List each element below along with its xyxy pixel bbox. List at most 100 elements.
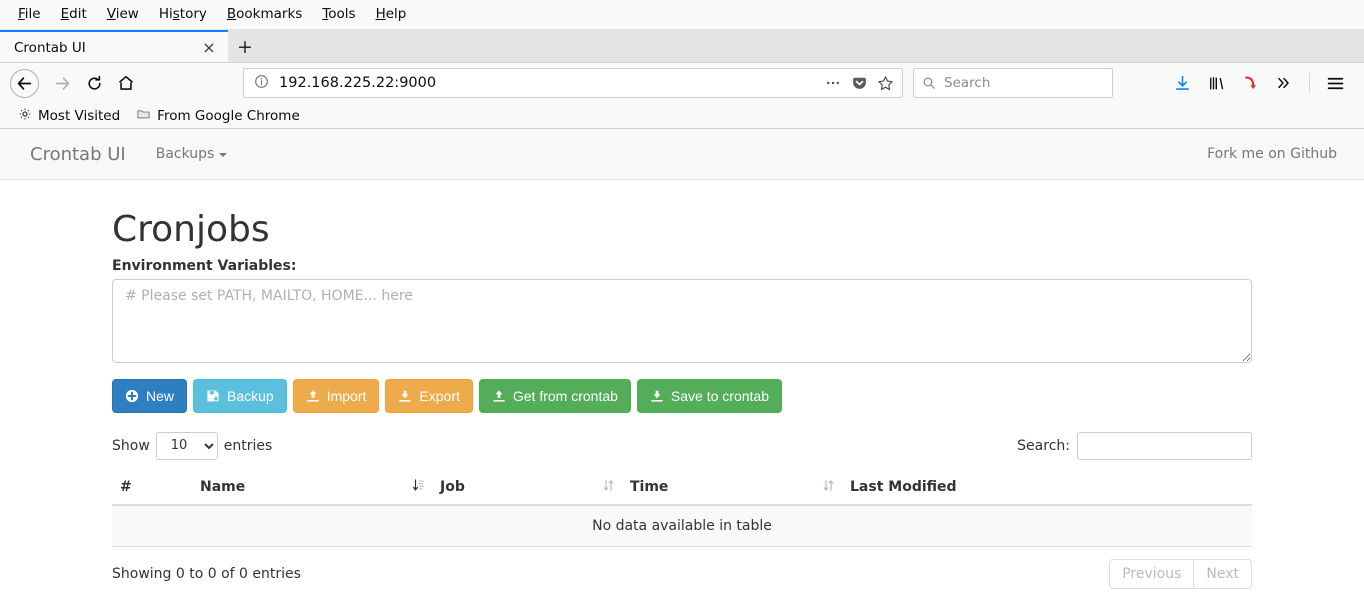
toolbar-separator xyxy=(1309,73,1310,93)
plus-circle-icon xyxy=(125,389,139,403)
app-navbar: Crontab UI Backups Fork me on Github xyxy=(0,129,1364,180)
bookmark-label: From Google Chrome xyxy=(157,108,300,124)
column-label: Job xyxy=(440,479,465,495)
column-label: Time xyxy=(630,479,668,495)
tab-title: Crontab UI xyxy=(14,40,198,56)
table-head: # Name Job Time xyxy=(112,471,1252,505)
backup-button[interactable]: Backup xyxy=(193,379,287,413)
pagination: Previous Next xyxy=(1109,559,1252,589)
browser-search-bar[interactable]: Search xyxy=(913,68,1113,98)
back-button[interactable] xyxy=(10,69,39,98)
folder-icon xyxy=(136,107,151,125)
forward-button[interactable] xyxy=(47,68,77,98)
pocket-icon[interactable] xyxy=(846,70,872,96)
browser-tab-crontab-ui[interactable]: Crontab UI × xyxy=(0,30,228,63)
sort-both-icon xyxy=(603,479,614,495)
home-button[interactable] xyxy=(111,68,141,98)
browser-chrome: File Edit View History Bookmarks Tools H… xyxy=(0,0,1364,129)
button-label: Import xyxy=(327,388,367,404)
nav-backups-dropdown[interactable]: Backups xyxy=(141,146,243,162)
bookmark-most-visited[interactable]: Most Visited xyxy=(12,107,126,125)
menu-help[interactable]: Help xyxy=(366,0,417,29)
sort-both-icon xyxy=(823,479,834,495)
hamburger-menu-icon[interactable] xyxy=(1320,68,1350,98)
next-page-button[interactable]: Next xyxy=(1194,559,1252,589)
bookmark-from-google-chrome[interactable]: From Google Chrome xyxy=(130,107,306,125)
menu-bookmarks[interactable]: Bookmarks xyxy=(217,0,312,29)
menu-view[interactable]: View xyxy=(97,0,149,29)
bookmark-star-icon[interactable] xyxy=(872,70,898,96)
button-label: Backup xyxy=(227,388,274,404)
table-body: No data available in table xyxy=(112,505,1252,547)
column-last-modified[interactable]: Last Modified xyxy=(842,471,1252,505)
reload-button[interactable] xyxy=(79,68,109,98)
overflow-chevron-icon[interactable] xyxy=(1269,68,1299,98)
env-vars-label: Environment Variables: xyxy=(112,258,1252,274)
menu-history[interactable]: History xyxy=(149,0,217,29)
gear-icon xyxy=(18,107,32,125)
url-bar[interactable]: 192.168.225.22:9000 xyxy=(243,68,903,98)
table-search: Search: xyxy=(1017,432,1252,460)
tab-strip: Crontab UI × + xyxy=(0,29,1364,63)
downloads-icon[interactable] xyxy=(1167,68,1197,98)
site-info-icon[interactable] xyxy=(254,74,269,93)
cronjobs-table: # Name Job Time xyxy=(112,471,1252,547)
search-icon xyxy=(922,76,936,90)
show-label: Show xyxy=(112,438,150,454)
import-button[interactable]: Import xyxy=(293,379,380,413)
download-icon xyxy=(398,389,412,403)
app-brand[interactable]: Crontab UI xyxy=(15,144,141,165)
page-actions-icon[interactable] xyxy=(820,70,846,96)
table-header-row: # Name Job Time xyxy=(112,471,1252,505)
entries-label: entries xyxy=(224,438,273,454)
new-button[interactable]: New xyxy=(112,379,187,413)
page-title: Cronjobs xyxy=(112,210,1252,250)
upload-icon xyxy=(306,389,320,403)
nav-backups-label: Backups xyxy=(156,146,215,162)
column-label: # xyxy=(120,479,132,495)
upload-icon xyxy=(492,389,506,403)
page-length-select[interactable]: 10 25 50 100 xyxy=(156,432,218,460)
table-footer: Showing 0 to 0 of 0 entries Previous Nex… xyxy=(112,559,1252,589)
chevron-down-icon xyxy=(219,153,227,157)
library-icon[interactable] xyxy=(1201,68,1231,98)
url-text: 192.168.225.22:9000 xyxy=(279,75,820,91)
sort-ascending-icon xyxy=(413,479,424,495)
table-info: Showing 0 to 0 of 0 entries xyxy=(112,566,301,582)
column-label: Name xyxy=(200,479,245,495)
column-name[interactable]: Name xyxy=(192,471,432,505)
table-empty-row: No data available in table xyxy=(112,505,1252,547)
new-tab-button[interactable]: + xyxy=(228,30,262,63)
button-label: Export xyxy=(419,388,459,404)
table-search-input[interactable] xyxy=(1077,432,1252,460)
browser-toolbar: 192.168.225.22:9000 Search xyxy=(0,63,1364,103)
column-time[interactable]: Time xyxy=(622,471,842,505)
table-controls: Show 10 25 50 100 entries Search: xyxy=(112,429,1252,463)
bookmark-label: Most Visited xyxy=(38,108,120,124)
previous-page-button[interactable]: Previous xyxy=(1109,559,1194,589)
export-button[interactable]: Export xyxy=(385,379,472,413)
search-label: Search: xyxy=(1017,438,1070,454)
column-index[interactable]: # xyxy=(112,471,192,505)
search-placeholder-text: Search xyxy=(944,75,990,91)
browser-menu-bar: File Edit View History Bookmarks Tools H… xyxy=(0,0,1364,29)
menu-file[interactable]: File xyxy=(8,0,51,29)
fork-me-link[interactable]: Fork me on Github xyxy=(1207,146,1349,162)
sync-arrow-icon[interactable] xyxy=(1235,68,1265,98)
menu-edit[interactable]: Edit xyxy=(51,0,97,29)
page-length-control: Show 10 25 50 100 entries xyxy=(112,432,272,460)
column-label: Last Modified xyxy=(850,479,957,495)
toolbar-actions xyxy=(1167,68,1354,98)
save-to-crontab-button[interactable]: Save to crontab xyxy=(637,379,782,413)
column-job[interactable]: Job xyxy=(432,471,622,505)
empty-message: No data available in table xyxy=(112,505,1252,547)
env-vars-textarea[interactable] xyxy=(112,279,1252,363)
bookmarks-toolbar: Most Visited From Google Chrome xyxy=(0,103,1364,129)
get-from-crontab-button[interactable]: Get from crontab xyxy=(479,379,631,413)
action-button-row: New Backup Import Export xyxy=(112,379,1252,413)
save-icon xyxy=(206,389,220,403)
close-icon[interactable]: × xyxy=(198,37,220,59)
button-label: Save to crontab xyxy=(671,388,769,404)
download-icon xyxy=(650,389,664,403)
menu-tools[interactable]: Tools xyxy=(312,0,365,29)
